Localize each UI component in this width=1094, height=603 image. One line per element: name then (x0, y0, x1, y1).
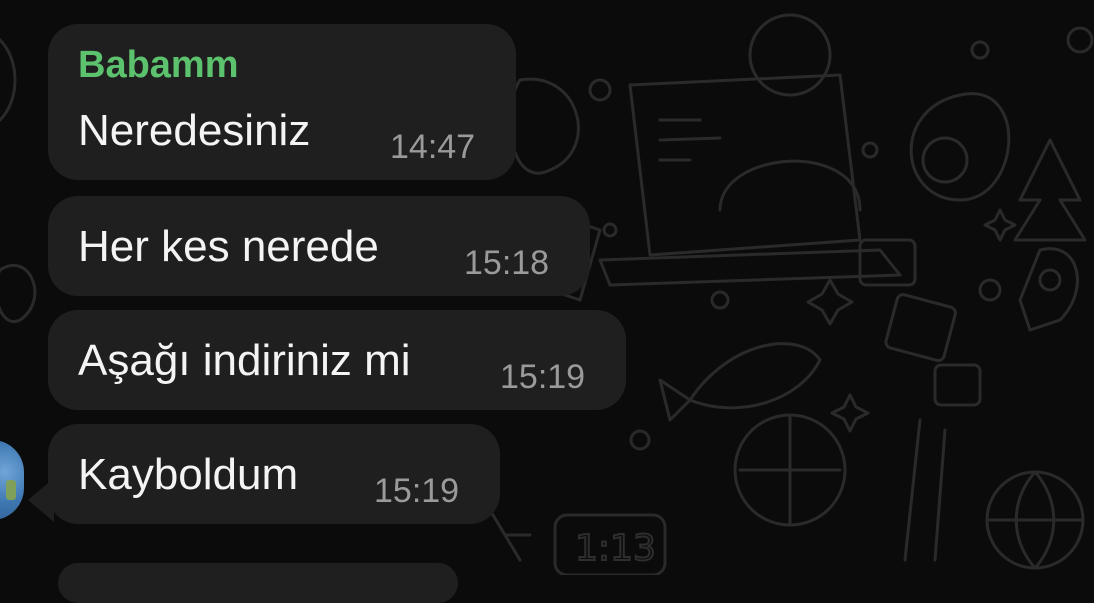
message-bubble[interactable]: Her kes nerede 15:18 (48, 196, 590, 296)
message-bubble-partial[interactable] (58, 563, 458, 603)
message-bubble[interactable]: Aşağı indiriniz mi 15:19 (48, 310, 626, 410)
message-text: Aşağı indiriniz mi (78, 336, 411, 385)
message-text: Her kes nerede (78, 222, 379, 271)
message-timestamp: 15:19 (374, 472, 460, 510)
message-text: Neredesiniz (78, 106, 311, 155)
message-text: Kayboldum (78, 450, 299, 499)
message-timestamp: 15:18 (464, 244, 550, 282)
chat-message-list: Babamm Neredesiniz 14:47 Her kes nerede … (0, 0, 1094, 603)
sender-name[interactable]: Babamm (78, 44, 239, 87)
message-timestamp: 15:19 (500, 358, 586, 396)
message-timestamp: 14:47 (390, 128, 476, 166)
sender-avatar[interactable] (0, 440, 24, 520)
message-bubble[interactable]: Babamm Neredesiniz 14:47 (48, 24, 516, 180)
message-bubble[interactable]: Kayboldum 15:19 (48, 424, 500, 524)
